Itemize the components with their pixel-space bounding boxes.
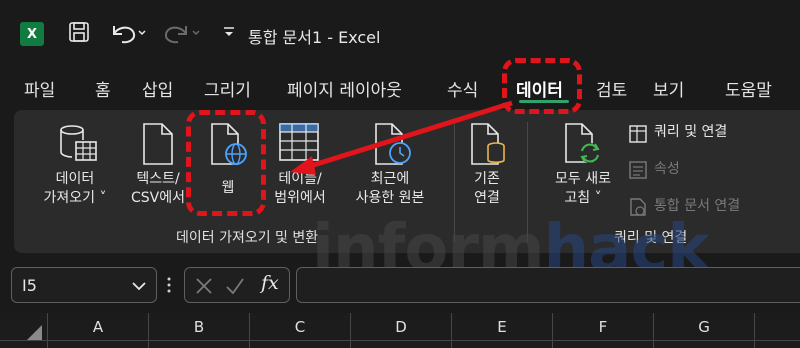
column-header-e[interactable]: E xyxy=(452,313,553,348)
enter-check-icon[interactable] xyxy=(225,277,245,295)
column-header-a[interactable]: A xyxy=(48,313,149,348)
cancel-icon[interactable] xyxy=(195,277,213,295)
column-header-f[interactable]: F xyxy=(553,313,654,348)
formula-input[interactable] xyxy=(296,267,800,303)
formula-bar-grip-icon[interactable] xyxy=(165,276,173,294)
name-box-value: I5 xyxy=(22,276,37,295)
column-header-d[interactable]: D xyxy=(351,313,452,348)
column-header-b[interactable]: B xyxy=(149,313,250,348)
select-all-triangle-icon xyxy=(26,325,42,341)
select-all-corner[interactable] xyxy=(0,313,48,348)
formula-buttons: fx xyxy=(184,267,290,303)
name-box[interactable]: I5 xyxy=(11,267,157,303)
column-header-c[interactable]: C xyxy=(250,313,351,348)
column-header-h[interactable] xyxy=(755,313,800,348)
chevron-down-icon[interactable] xyxy=(132,281,146,291)
insert-function-icon[interactable]: fx xyxy=(261,272,279,294)
column-headers: A B C D E F G xyxy=(0,313,800,348)
header-bottom-line xyxy=(0,340,800,341)
column-header-g[interactable]: G xyxy=(654,313,755,348)
